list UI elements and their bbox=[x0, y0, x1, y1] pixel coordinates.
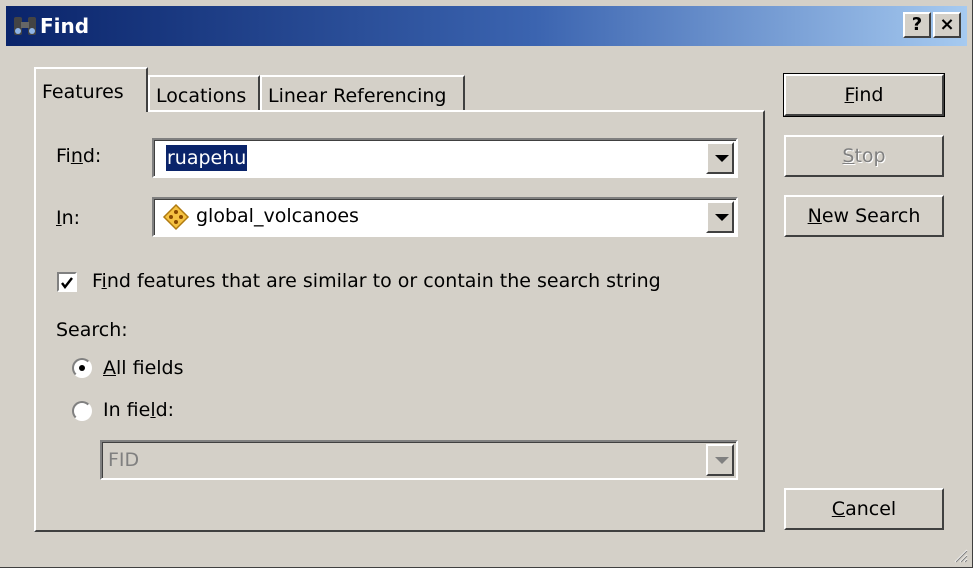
in-field-label: In field: bbox=[103, 399, 175, 421]
help-button[interactable]: ? bbox=[903, 12, 931, 38]
resize-grip-icon[interactable] bbox=[952, 547, 968, 563]
find-dialog: Find ? × Features Locations Linear Refer… bbox=[0, 0, 973, 568]
in-layer-combobox[interactable]: global_volcanoes bbox=[152, 197, 738, 237]
similar-label: Find features that are similar to or con… bbox=[92, 270, 661, 292]
search-label: Search: bbox=[56, 319, 128, 341]
all-fields-label: All fields bbox=[103, 357, 184, 379]
field-value: FID bbox=[108, 449, 140, 471]
similar-checkbox[interactable] bbox=[57, 272, 77, 292]
all-fields-radio[interactable] bbox=[72, 358, 92, 378]
field-dropdown-arrow[interactable] bbox=[706, 444, 734, 476]
tab-features[interactable]: Features bbox=[34, 67, 148, 112]
new-search-button[interactable]: New Search bbox=[784, 195, 944, 237]
cancel-button[interactable]: Cancel bbox=[784, 488, 944, 530]
tab-locations[interactable]: Locations bbox=[148, 75, 260, 111]
binoculars-icon bbox=[14, 17, 36, 35]
find-combobox[interactable]: ruapehu bbox=[152, 138, 738, 178]
find-button[interactable]: Find bbox=[783, 73, 945, 117]
tab-linear-referencing[interactable]: Linear Referencing bbox=[260, 75, 465, 111]
find-input[interactable]: ruapehu bbox=[166, 145, 248, 171]
field-combobox[interactable]: FID bbox=[100, 440, 738, 480]
window-title: Find bbox=[40, 14, 90, 38]
checkmark-icon bbox=[61, 277, 73, 289]
in-field-radio[interactable] bbox=[72, 401, 92, 421]
in-dropdown-arrow[interactable] bbox=[706, 201, 734, 233]
close-button[interactable]: × bbox=[933, 12, 961, 38]
point-layer-icon bbox=[162, 203, 190, 231]
title-bar[interactable]: Find ? × bbox=[6, 6, 967, 46]
find-label: Find: bbox=[56, 145, 102, 167]
layer-name: global_volcanoes bbox=[196, 205, 359, 227]
stop-button[interactable]: Stop bbox=[784, 135, 944, 177]
in-label: In: bbox=[56, 207, 81, 229]
find-dropdown-arrow[interactable] bbox=[706, 142, 734, 174]
